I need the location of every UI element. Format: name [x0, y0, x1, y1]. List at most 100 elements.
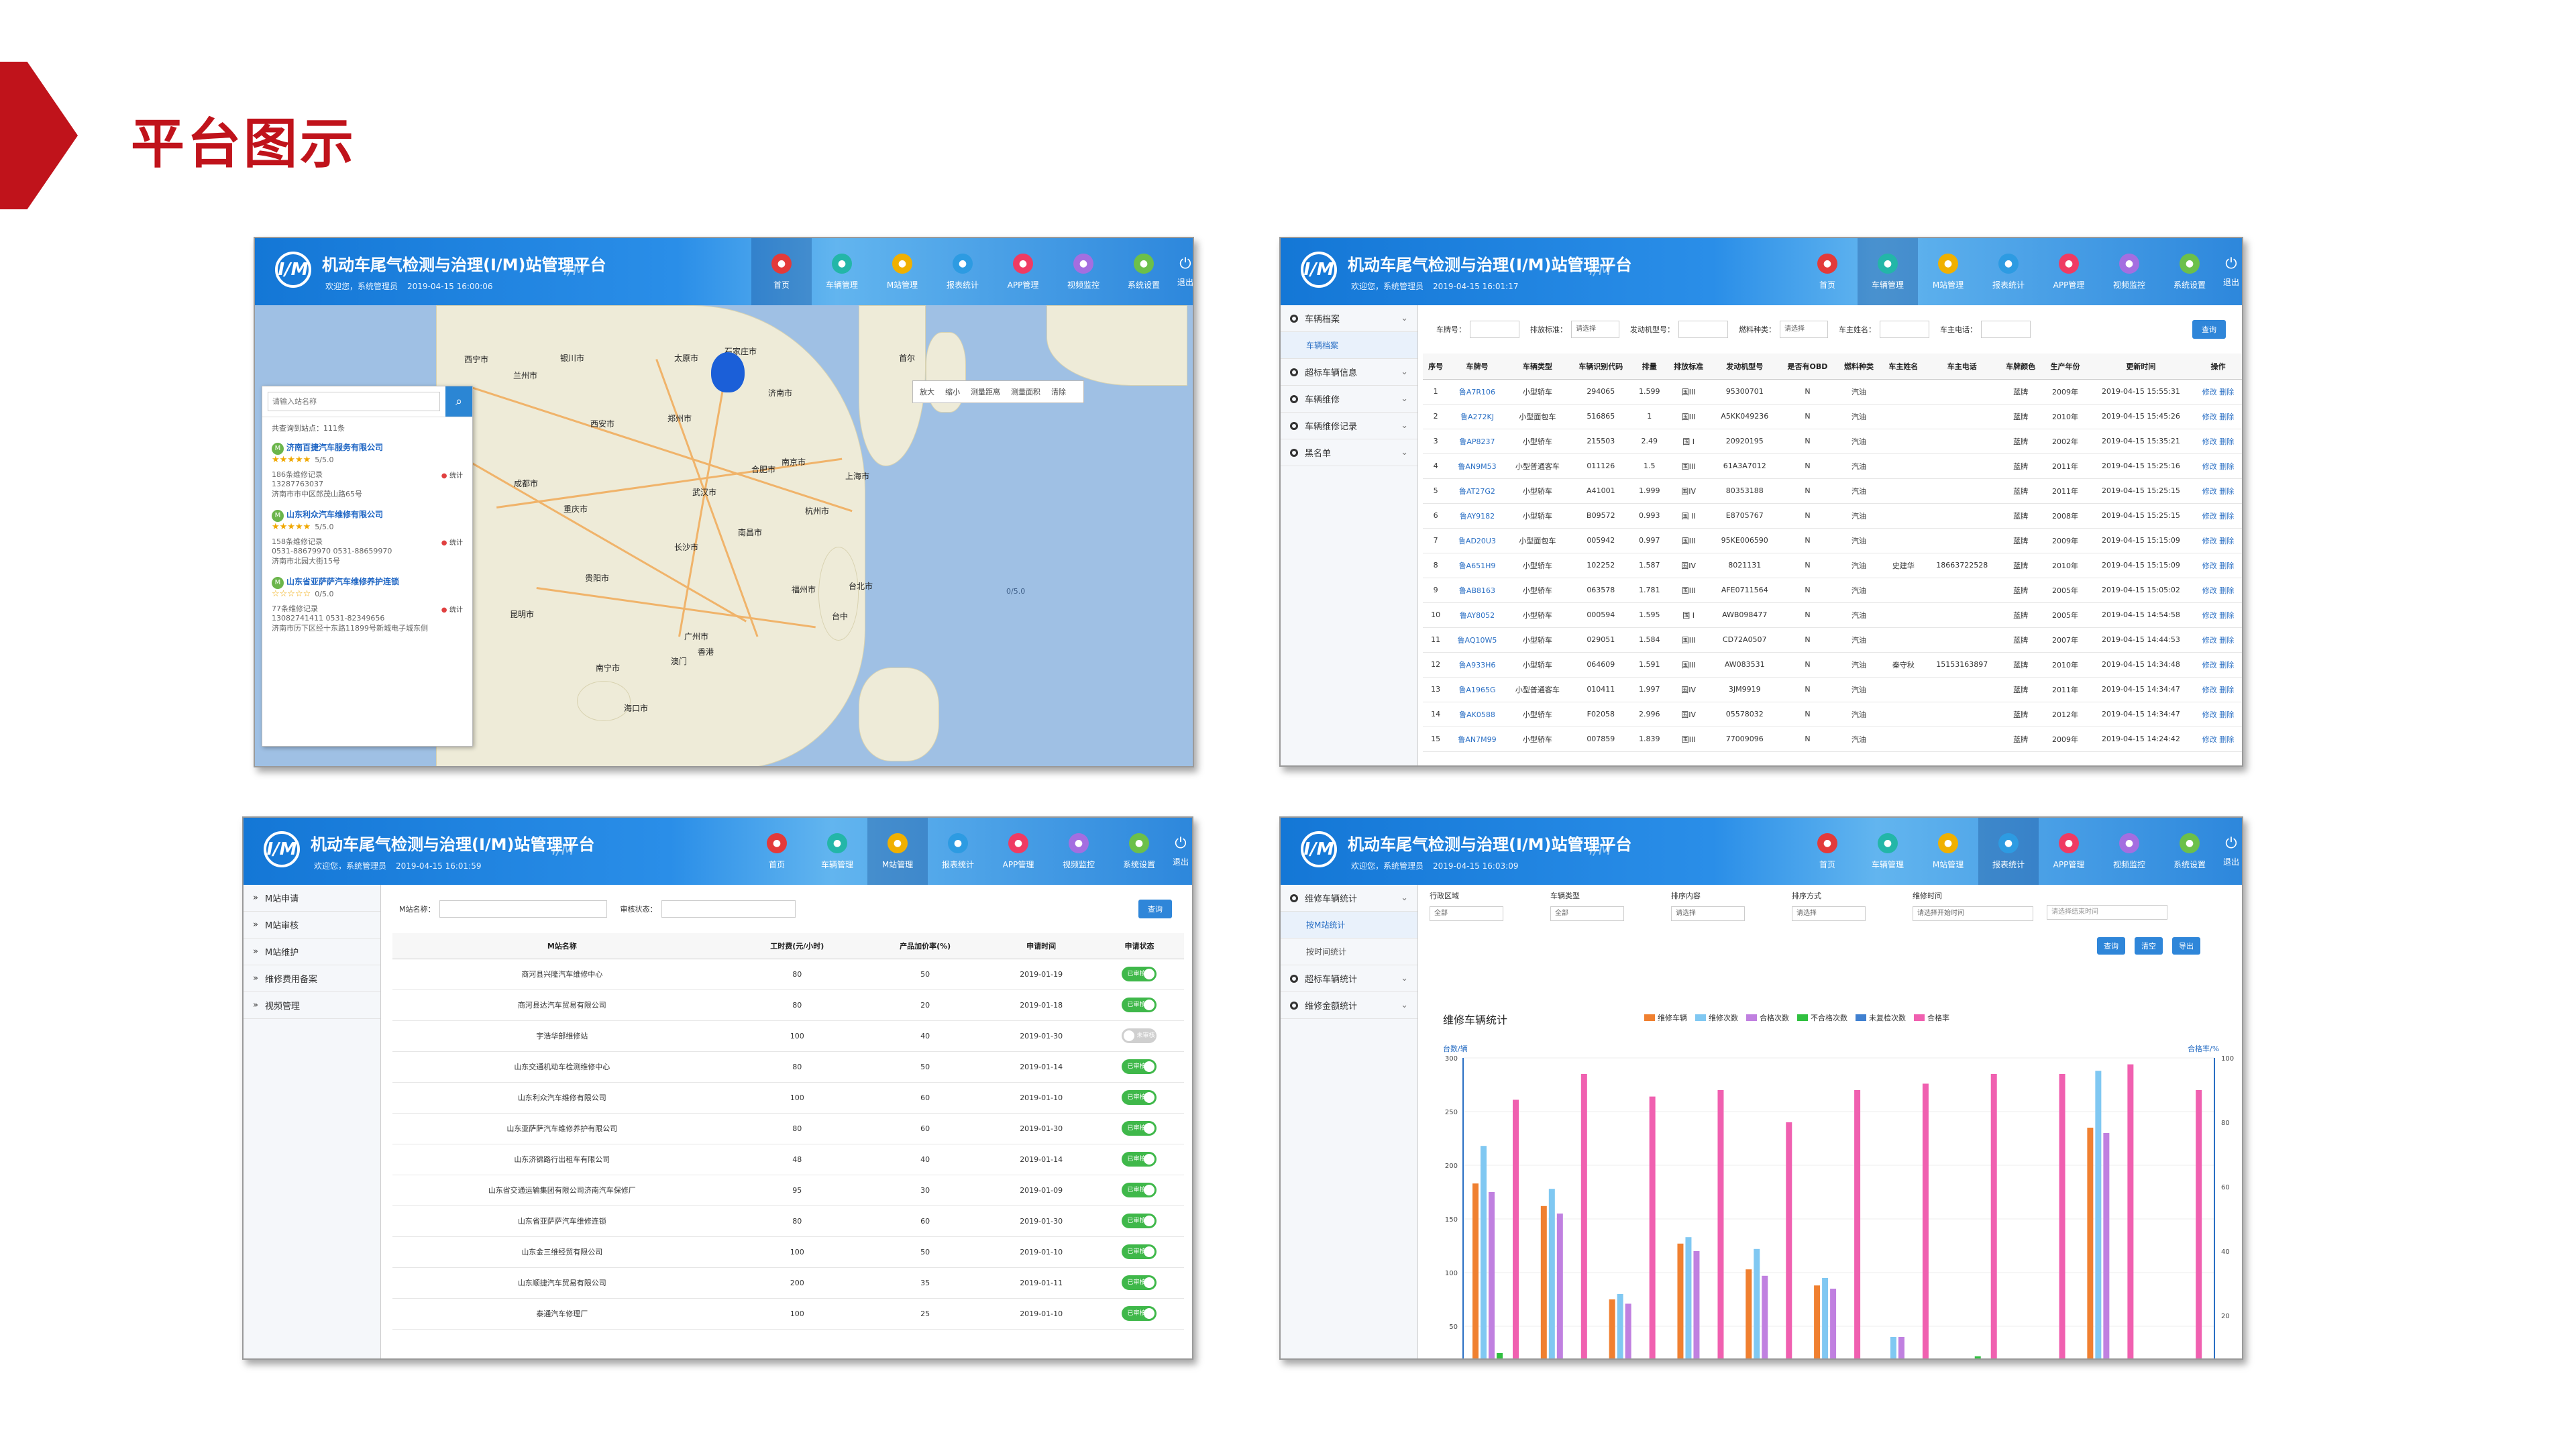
- table-cell[interactable]: 鲁A651H9: [1448, 553, 1506, 578]
- status-toggle[interactable]: 已审核: [1122, 998, 1157, 1012]
- station-cluster-marker[interactable]: [711, 352, 745, 392]
- filter-input[interactable]: [1470, 321, 1519, 338]
- filter-select[interactable]: 全部: [1430, 906, 1503, 921]
- table-row[interactable]: 山东省交通运输集团有限公司济南汽车保修厂 95 30 2019-01-09 已审核: [392, 1175, 1184, 1206]
- legend-item[interactable]: 不合格次数: [1797, 1012, 1847, 1023]
- status-toggle[interactable]: 已审核: [1122, 1152, 1157, 1167]
- station-item[interactable]: M 济南百捷汽车服务有限公司 ★★★★★ 5/5.0 186条维修记录 132877630…: [262, 439, 472, 506]
- table-row[interactable]: 15 鲁AN7M99 小型轿车 007859 1.839 国III 77009096 N 汽油 蓝…: [1423, 727, 2242, 752]
- stat-button[interactable]: ● 统计: [441, 470, 463, 480]
- table-row[interactable]: 宇浩华部维修站 100 40 2019-01-30 未审核: [392, 1020, 1184, 1052]
- filter-input[interactable]: [439, 900, 607, 918]
- station-search-input[interactable]: [268, 392, 440, 411]
- table-cell[interactable]: 鲁A7R106: [1448, 379, 1506, 405]
- sidebar-item[interactable]: 车辆维修 ⌄: [1281, 386, 1417, 413]
- map-tool-button[interactable]: 清除: [1051, 386, 1066, 397]
- table-row[interactable]: 8 鲁A651H9 小型轿车 102252 1.587 国IV 8021131 N 汽油 史建华 1…: [1423, 553, 2242, 578]
- filter-input[interactable]: 请选择: [1780, 321, 1828, 338]
- status-toggle[interactable]: 已审核: [1122, 1214, 1157, 1228]
- station-name[interactable]: 山东利众汽车维修有限公司: [286, 510, 383, 519]
- action-button[interactable]: 清空: [2135, 937, 2163, 955]
- sidebar-item[interactable]: » M站申请: [244, 885, 380, 912]
- nav-item-3[interactable]: ● 报表统计: [932, 238, 993, 305]
- nav-item-0[interactable]: ● 首页: [1797, 818, 1858, 885]
- nav-item-2[interactable]: ● M站管理: [1918, 238, 1978, 305]
- sidebar-item[interactable]: 维修金额统计 ⌄: [1281, 992, 1417, 1019]
- filter-select[interactable]: 请选择开始时间: [1913, 906, 2033, 921]
- row-actions[interactable]: 修改 删除: [2194, 429, 2242, 454]
- table-cell[interactable]: 鲁A272KJ: [1448, 404, 1506, 429]
- sidebar-item[interactable]: 黑名单 ⌄: [1281, 439, 1417, 466]
- nav-item-4[interactable]: ● APP管理: [988, 818, 1049, 885]
- table-cell[interactable]: 鲁AY9182: [1448, 503, 1506, 529]
- row-actions[interactable]: 修改 删除: [2194, 702, 2242, 727]
- sidebar-item[interactable]: » 视频管理: [244, 992, 380, 1019]
- table-row[interactable]: 10 鲁AY8052 小型轿车 000594 1.595 国 I AWB098477 N 汽油 蓝…: [1423, 602, 2242, 628]
- map-tool-button[interactable]: 测量面积: [1011, 386, 1040, 397]
- status-toggle[interactable]: 已审核: [1122, 1059, 1157, 1074]
- query-button[interactable]: 查询: [1138, 900, 1172, 918]
- legend-item[interactable]: 维修车辆: [1644, 1012, 1687, 1023]
- table-cell[interactable]: 鲁A933H6: [1448, 652, 1506, 678]
- station-name[interactable]: 济南百捷汽车服务有限公司: [286, 443, 383, 452]
- legend-item[interactable]: 合格次数: [1746, 1012, 1789, 1023]
- nav-item-4[interactable]: ● APP管理: [993, 238, 1053, 305]
- filter-input[interactable]: 请选择: [1571, 321, 1619, 338]
- legend-item[interactable]: 合格率: [1914, 1012, 1949, 1023]
- station-name[interactable]: 山东省亚萨萨汽车维修养护连锁: [286, 577, 399, 586]
- row-actions[interactable]: 修改 删除: [2194, 528, 2242, 553]
- station-item[interactable]: M 山东利众汽车维修有限公司 ★★★★★ 5/5.0 158条维修记录 0531-8867…: [262, 506, 472, 573]
- table-cell[interactable]: 鲁AK0588: [1448, 702, 1506, 727]
- exit-button[interactable]: ⏻ 退出: [2220, 238, 2242, 305]
- nav-item-1[interactable]: ● 车辆管理: [1858, 818, 1918, 885]
- sidebar-item[interactable]: » M站维护: [244, 938, 380, 965]
- nav-item-5[interactable]: ● 视频监控: [2099, 238, 2159, 305]
- status-toggle[interactable]: 已审核: [1122, 1306, 1157, 1321]
- table-row[interactable]: 山东亚萨萨汽车维修养护有限公司 80 60 2019-01-30 已审核: [392, 1113, 1184, 1144]
- map-view[interactable]: 西宁市 兰州市 银川市 太原市 石家庄市 郑州市 济南市 西安市 南京市 合肥市 上海市 武汉市 成都市…: [255, 305, 1193, 766]
- table-row[interactable]: 7 鲁AD20U3 小型面包车 005942 0.997 国III 95KE006590 N 汽…: [1423, 528, 2242, 553]
- nav-item-6[interactable]: ● 系统设置: [2159, 818, 2220, 885]
- table-row[interactable]: 山东省亚萨萨汽车维修连锁 80 60 2019-01-30 已审核: [392, 1205, 1184, 1237]
- table-row[interactable]: 6 鲁AY9182 小型轿车 B09572 0.993 国 II E8705767 N 汽油 蓝牌…: [1423, 503, 2242, 529]
- table-cell[interactable]: 鲁AD20U3: [1448, 528, 1506, 553]
- nav-item-6[interactable]: ● 系统设置: [2159, 238, 2220, 305]
- filter-input[interactable]: [1678, 321, 1728, 338]
- table-row[interactable]: 9 鲁AB8163 小型轿车 063578 1.781 国III AFE0711564 N 汽油…: [1423, 578, 2242, 603]
- sidebar-item[interactable]: 按M站统计: [1281, 912, 1417, 938]
- row-actions[interactable]: 修改 删除: [2194, 379, 2242, 405]
- nav-item-6[interactable]: ● 系统设置: [1109, 818, 1169, 885]
- nav-item-6[interactable]: ● 系统设置: [1114, 238, 1174, 305]
- row-actions[interactable]: 修改 删除: [2194, 578, 2242, 603]
- table-row[interactable]: 2 鲁A272KJ 小型面包车 516865 1 国III A5KK049236 N 汽油 蓝牌 2…: [1423, 404, 2242, 429]
- table-row[interactable]: 山东金三维经贸有限公司 100 50 2019-01-10 已审核: [392, 1236, 1184, 1268]
- row-actions[interactable]: 修改 删除: [2194, 404, 2242, 429]
- end-time-select[interactable]: 请选择结束时间: [2047, 905, 2167, 920]
- map-tool-button[interactable]: 放大: [920, 386, 934, 397]
- sidebar-item[interactable]: » M站审核: [244, 912, 380, 938]
- filter-input[interactable]: [661, 900, 796, 918]
- table-cell[interactable]: 鲁A1965G: [1448, 677, 1506, 702]
- nav-item-1[interactable]: ● 车辆管理: [807, 818, 867, 885]
- nav-item-2[interactable]: ● M站管理: [867, 818, 928, 885]
- table-row[interactable]: 14 鲁AK0588 小型轿车 F02058 2.996 国IV 05578032 N 汽油 蓝牌…: [1423, 702, 2242, 727]
- table-row[interactable]: 11 鲁AQ10W5 小型轿车 029051 1.584 国III CD72A0507 N 汽油…: [1423, 627, 2242, 653]
- nav-item-3[interactable]: ● 报表统计: [1978, 818, 2039, 885]
- query-button[interactable]: 查询: [2192, 320, 2226, 339]
- nav-item-4[interactable]: ● APP管理: [2039, 818, 2099, 885]
- station-item[interactable]: M 山东省亚萨萨汽车维修养护连锁 ☆☆☆☆☆ 0/5.0 77条维修记录 13082741…: [262, 573, 472, 640]
- nav-item-0[interactable]: ● 首页: [747, 818, 807, 885]
- filter-select[interactable]: 请选择: [1792, 906, 1866, 921]
- nav-item-0[interactable]: ● 首页: [751, 238, 812, 305]
- status-toggle[interactable]: 已审核: [1122, 1183, 1157, 1197]
- stat-button[interactable]: ● 统计: [441, 537, 463, 547]
- exit-button[interactable]: ⏻ 退出: [1169, 818, 1192, 885]
- filter-select[interactable]: 全部: [1550, 906, 1624, 921]
- status-toggle[interactable]: 已审核: [1122, 967, 1157, 981]
- table-cell[interactable]: 鲁AT27G2: [1448, 478, 1506, 504]
- status-toggle[interactable]: 已审核: [1122, 1090, 1157, 1105]
- action-button[interactable]: 查询: [2097, 937, 2125, 955]
- table-row[interactable]: 1 鲁A7R106 小型轿车 294065 1.599 国III 95300701 N 汽油 蓝牌…: [1423, 379, 2242, 405]
- table-cell[interactable]: 鲁AP8237: [1448, 429, 1506, 454]
- sidebar-item[interactable]: 车辆维修记录 ⌄: [1281, 413, 1417, 439]
